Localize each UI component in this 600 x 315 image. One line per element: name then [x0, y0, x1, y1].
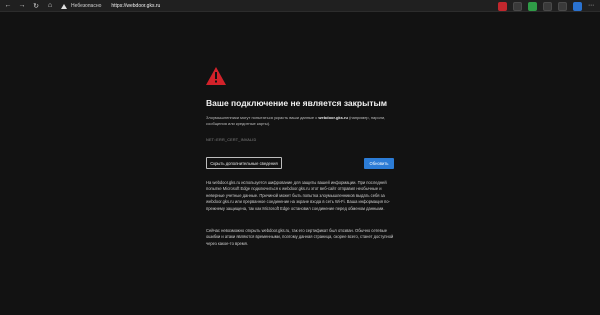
details-paragraph-2: Сейчас невозможно открыть webdoor.gks.ru… [206, 228, 394, 246]
back-arrow-icon[interactable]: ← [2, 0, 14, 12]
collections-icon[interactable] [558, 1, 567, 11]
security-status-label[interactable]: Небезопасно [71, 3, 101, 9]
hide-details-button[interactable]: Скрыть дополнительные сведения [206, 157, 282, 169]
error-code: NET::ERR_CERT_INVALID [206, 138, 257, 142]
extension-icon[interactable] [528, 1, 537, 11]
home-icon[interactable]: ⌂ [44, 0, 56, 12]
browser-toolbar: ← → ↻ ⌂ Небезопасно https://webdoor.gks.… [0, 0, 600, 12]
profile-icon[interactable] [573, 1, 582, 11]
not-secure-warning-icon[interactable] [61, 3, 67, 9]
description-domain: webdoor.gks.ru [318, 115, 348, 120]
extension-icon[interactable] [498, 1, 507, 11]
favorite-icon[interactable] [513, 1, 522, 11]
warning-triangle-icon [206, 67, 226, 85]
address-bar[interactable]: Небезопасно https://webdoor.gks.ru [58, 1, 470, 11]
description-prefix: Злоумышленники могут попытаться украсть … [206, 115, 319, 120]
error-description: Злоумышленники могут попытаться украсть … [206, 115, 402, 127]
settings-more-icon[interactable]: ⋯ [588, 3, 596, 10]
toolbar-right-icons: ⋯ [498, 1, 596, 11]
url-text[interactable]: https://webdoor.gks.ru [111, 3, 160, 9]
page-content: Ваше подключение не является закрытым Зл… [0, 12, 600, 315]
favorites-icon[interactable] [543, 1, 552, 11]
error-title: Ваше подключение не является закрытым [206, 98, 388, 108]
details-paragraph-1: На webdoor.gks.ru используется шифровани… [206, 180, 390, 211]
forward-arrow-icon[interactable]: → [16, 0, 28, 12]
refresh-icon[interactable]: ↻ [30, 0, 42, 12]
refresh-button[interactable]: Обновить [364, 158, 394, 169]
